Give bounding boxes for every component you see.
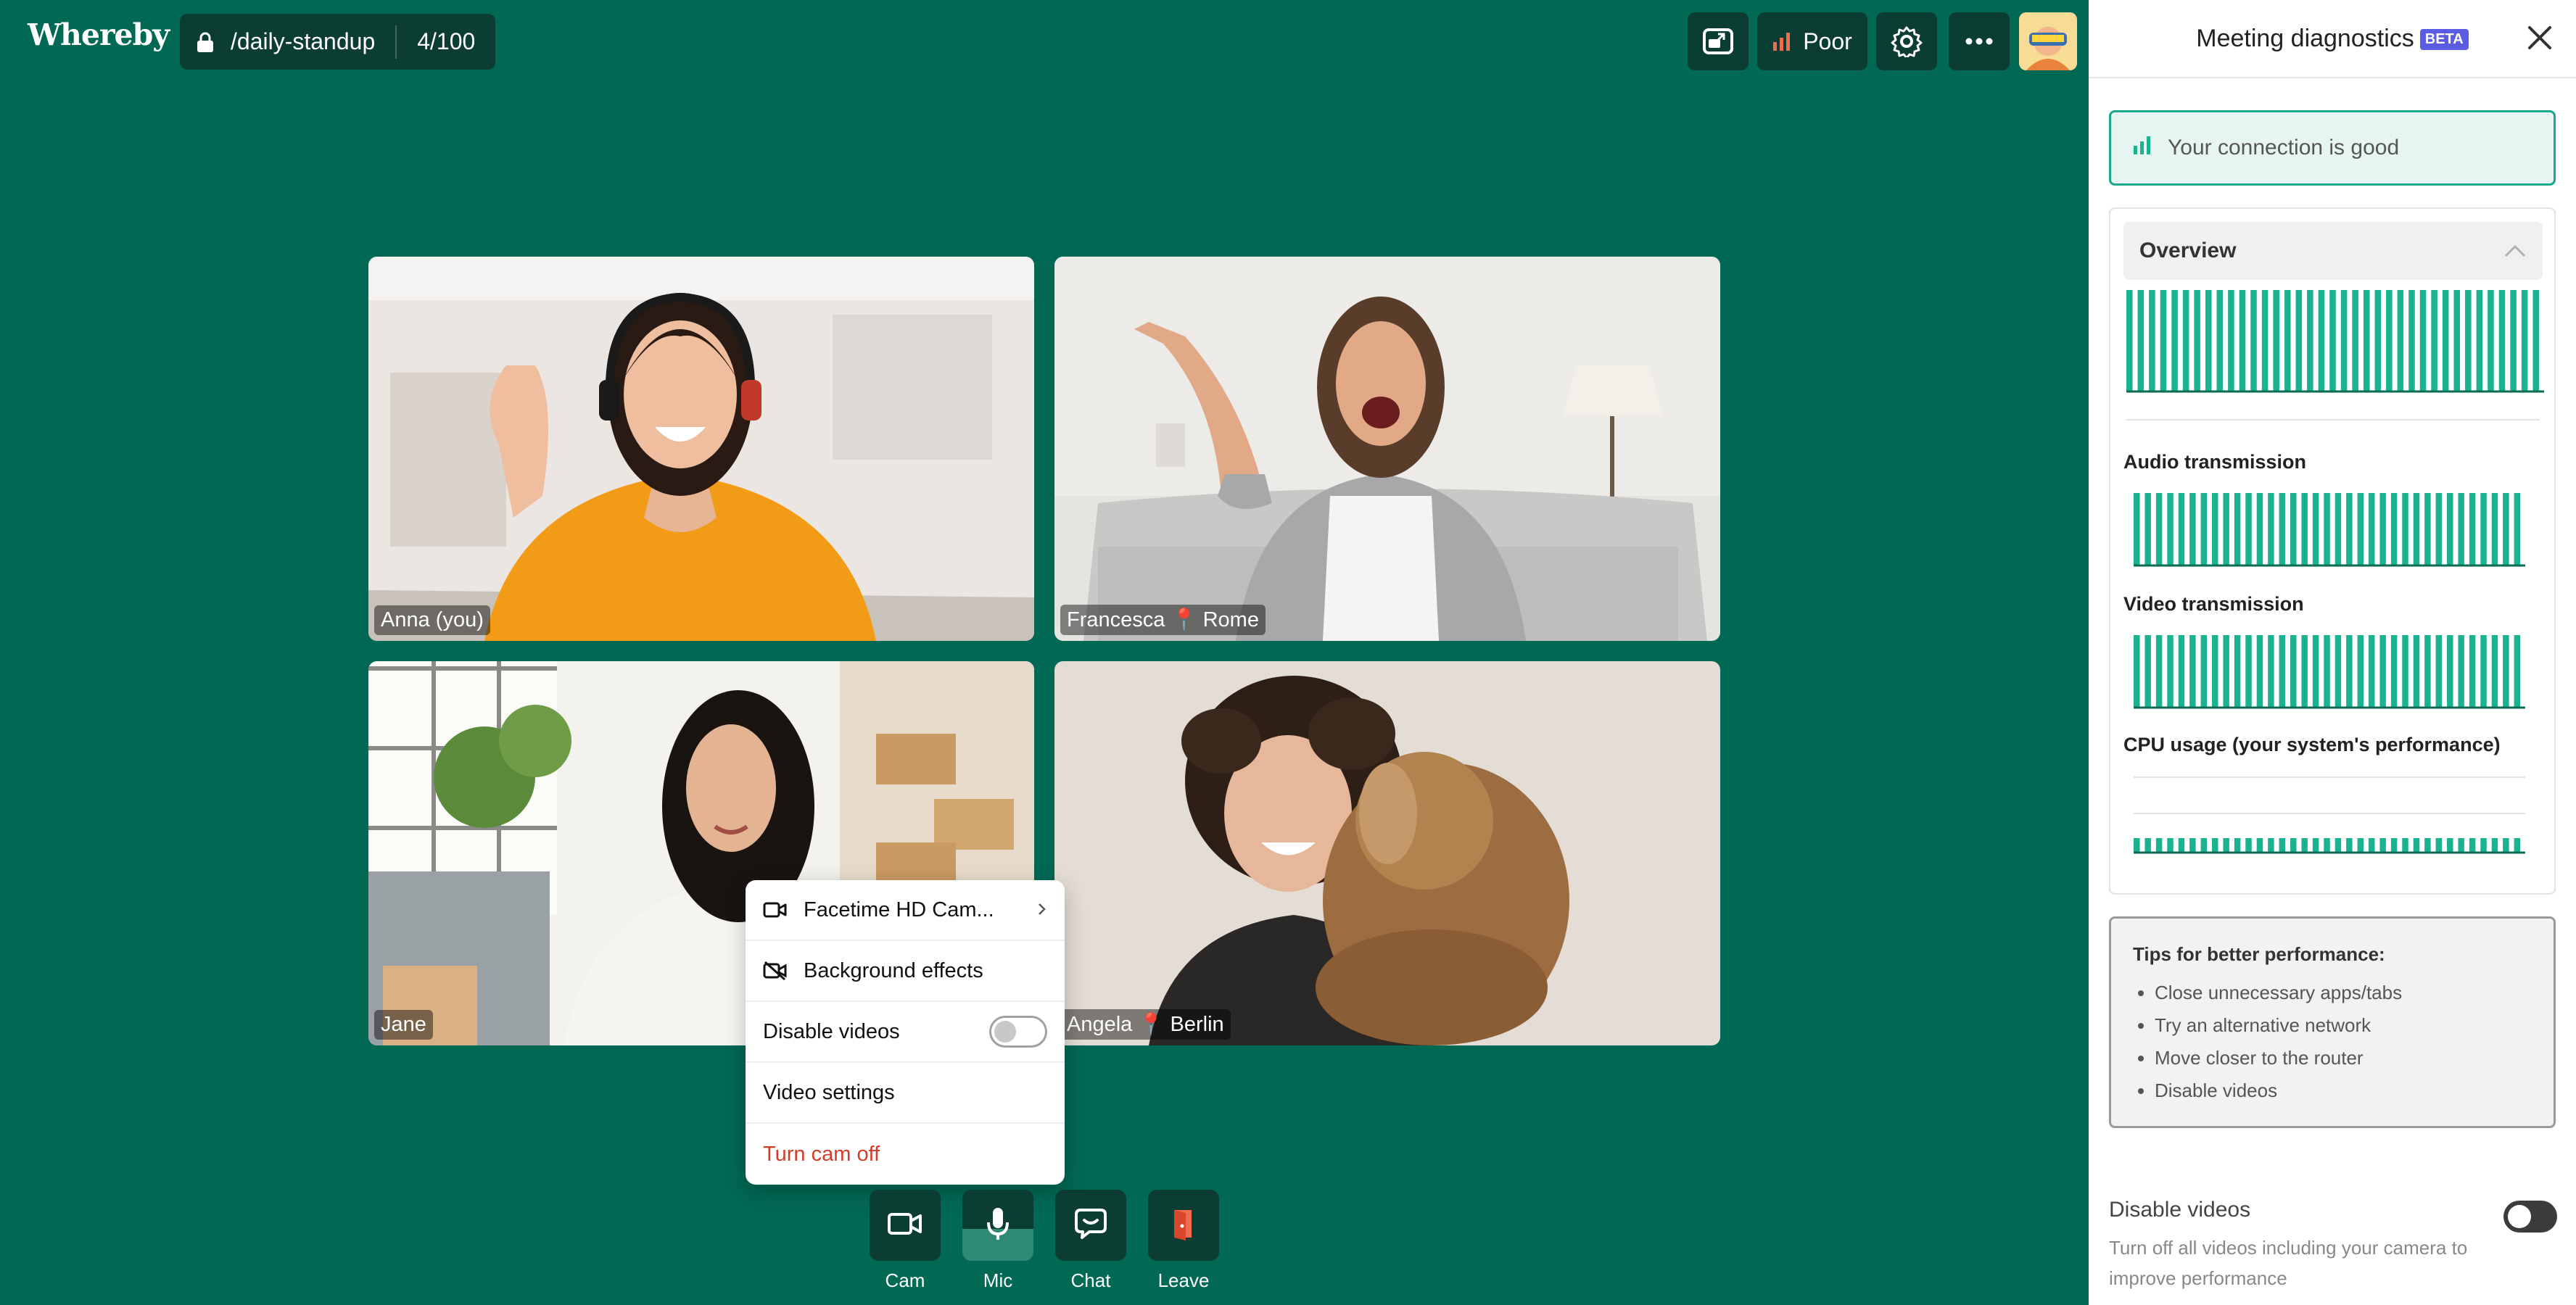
chat-control: Chat	[1055, 1190, 1126, 1292]
participant-name-tag: Angela 📍 Berlin	[1060, 1009, 1231, 1040]
video-tile-francesca[interactable]: Francesca 📍 Rome	[1054, 257, 1720, 641]
turn-cam-off-label: Turn cam off	[763, 1142, 880, 1166]
microphone-icon	[986, 1206, 1010, 1245]
connection-quality-button[interactable]: Poor	[1757, 12, 1867, 70]
connection-quality-label: Poor	[1803, 28, 1852, 54]
disable-videos-toggle[interactable]	[989, 1016, 1047, 1048]
participant-video	[368, 257, 1034, 641]
video-transmission-label: Video transmission	[2123, 593, 2304, 615]
cam-label: Cam	[885, 1269, 925, 1291]
audio-transmission-chart	[2134, 493, 2525, 567]
overview-card: Overview Audio transmission Video transm…	[2109, 207, 2556, 895]
gear-icon	[1891, 25, 1923, 57]
turn-cam-off-item[interactable]: Turn cam off	[746, 1124, 1065, 1185]
mic-control: Mic	[962, 1190, 1033, 1292]
camera-menu: Facetime HD Cam... Background effects Di…	[746, 880, 1065, 1185]
chat-label: Chat	[1070, 1269, 1111, 1291]
tips-list: Close unnecessary apps/tabs Try an alter…	[2133, 982, 2532, 1102]
video-camera-icon	[887, 1211, 923, 1240]
video-settings-item[interactable]: Video settings	[746, 1063, 1065, 1124]
audio-transmission-label: Audio transmission	[2123, 451, 2307, 473]
tips-title: Tips for better performance:	[2133, 943, 2385, 965]
more-options-button[interactable]	[1949, 12, 2010, 70]
leave-control: Leave	[1148, 1190, 1219, 1292]
tip-item: Try an alternative network	[2155, 1014, 2532, 1037]
whereby-logo: Whereby	[28, 17, 170, 52]
connection-status-banner: Your connection is good	[2109, 110, 2556, 186]
signal-bars-icon	[1772, 32, 1791, 51]
chevron-up-icon	[2503, 239, 2527, 264]
tip-item: Disable videos	[2155, 1080, 2532, 1102]
disable-videos-panel-toggle[interactable]	[2503, 1201, 2557, 1232]
meeting-diagnostics-panel: Meeting diagnostics BETA Your connection …	[2089, 0, 2576, 1305]
leave-label: Leave	[1157, 1269, 1210, 1291]
settings-button[interactable]	[1876, 12, 1937, 70]
connection-status-text: Your connection is good	[2168, 136, 2400, 160]
overview-chart	[2126, 290, 2544, 393]
background-effects-icon	[763, 961, 804, 980]
background-effects-label: Background effects	[804, 958, 983, 982]
cam-button[interactable]	[870, 1190, 941, 1261]
disable-videos-label: Disable videos	[763, 1019, 900, 1043]
chevron-right-icon	[1037, 898, 1047, 922]
close-panel-button[interactable]	[2524, 23, 2556, 55]
tip-item: Move closer to the router	[2155, 1047, 2532, 1069]
cpu-usage-chart	[2134, 776, 2525, 854]
participant-name-tag: Anna (you)	[374, 605, 490, 635]
participant-name-tag: Francesca 📍 Rome	[1060, 605, 1266, 635]
disable-videos-description: Turn off all videos including your camer…	[2109, 1237, 2468, 1289]
video-tile-anna[interactable]: Anna (you)	[368, 257, 1034, 641]
panel-title: Meeting diagnostics BETA	[2196, 25, 2469, 53]
room-name: /daily-standup	[231, 28, 376, 54]
camera-source-label: Facetime HD Cam...	[804, 898, 994, 921]
chat-button[interactable]	[1055, 1190, 1126, 1261]
disable-videos-title: Disable videos	[2109, 1198, 2251, 1222]
signal-bars-icon	[2133, 136, 2152, 160]
participant-video	[1054, 257, 1720, 641]
door-exit-icon	[1171, 1207, 1196, 1244]
video-settings-label: Video settings	[763, 1080, 895, 1104]
participant-video	[1054, 661, 1720, 1045]
disable-videos-item: Disable videos	[746, 1002, 1065, 1063]
video-tile-angela[interactable]: Angela 📍 Berlin	[1054, 661, 1720, 1045]
beta-badge: BETA	[2419, 29, 2469, 51]
background-effects-item[interactable]: Background effects	[746, 941, 1065, 1002]
cam-control: Cam	[870, 1190, 941, 1292]
mic-label: Mic	[983, 1269, 1013, 1291]
cpu-usage-label: CPU usage (your system's performance)	[2123, 734, 2501, 755]
close-icon	[2527, 25, 2553, 54]
participant-name-tag: Jane	[374, 1010, 433, 1040]
video-transmission-chart	[2134, 635, 2525, 709]
overview-label: Overview	[2139, 239, 2237, 262]
overview-header[interactable]: Overview	[2123, 222, 2543, 280]
user-avatar[interactable]	[2019, 12, 2077, 70]
tip-item: Close unnecessary apps/tabs	[2155, 982, 2532, 1004]
video-camera-icon	[763, 901, 804, 919]
lock-icon	[180, 14, 231, 70]
more-dots-icon	[1965, 38, 1994, 45]
divider	[2126, 419, 2540, 420]
mic-button[interactable]	[962, 1190, 1033, 1261]
panel-header: Meeting diagnostics BETA	[2089, 0, 2576, 78]
camera-source-item[interactable]: Facetime HD Cam...	[746, 880, 1065, 941]
participant-count: 4/100	[417, 28, 476, 54]
picture-in-picture-button[interactable]	[1688, 12, 1749, 70]
chat-bubble-icon	[1073, 1207, 1108, 1244]
performance-tips: Tips for better performance: Close unnec…	[2109, 916, 2556, 1128]
leave-button[interactable]	[1148, 1190, 1219, 1261]
picture-in-picture-icon	[1702, 28, 1734, 55]
room-info-pill[interactable]: /daily-standup 4/100	[180, 14, 496, 70]
